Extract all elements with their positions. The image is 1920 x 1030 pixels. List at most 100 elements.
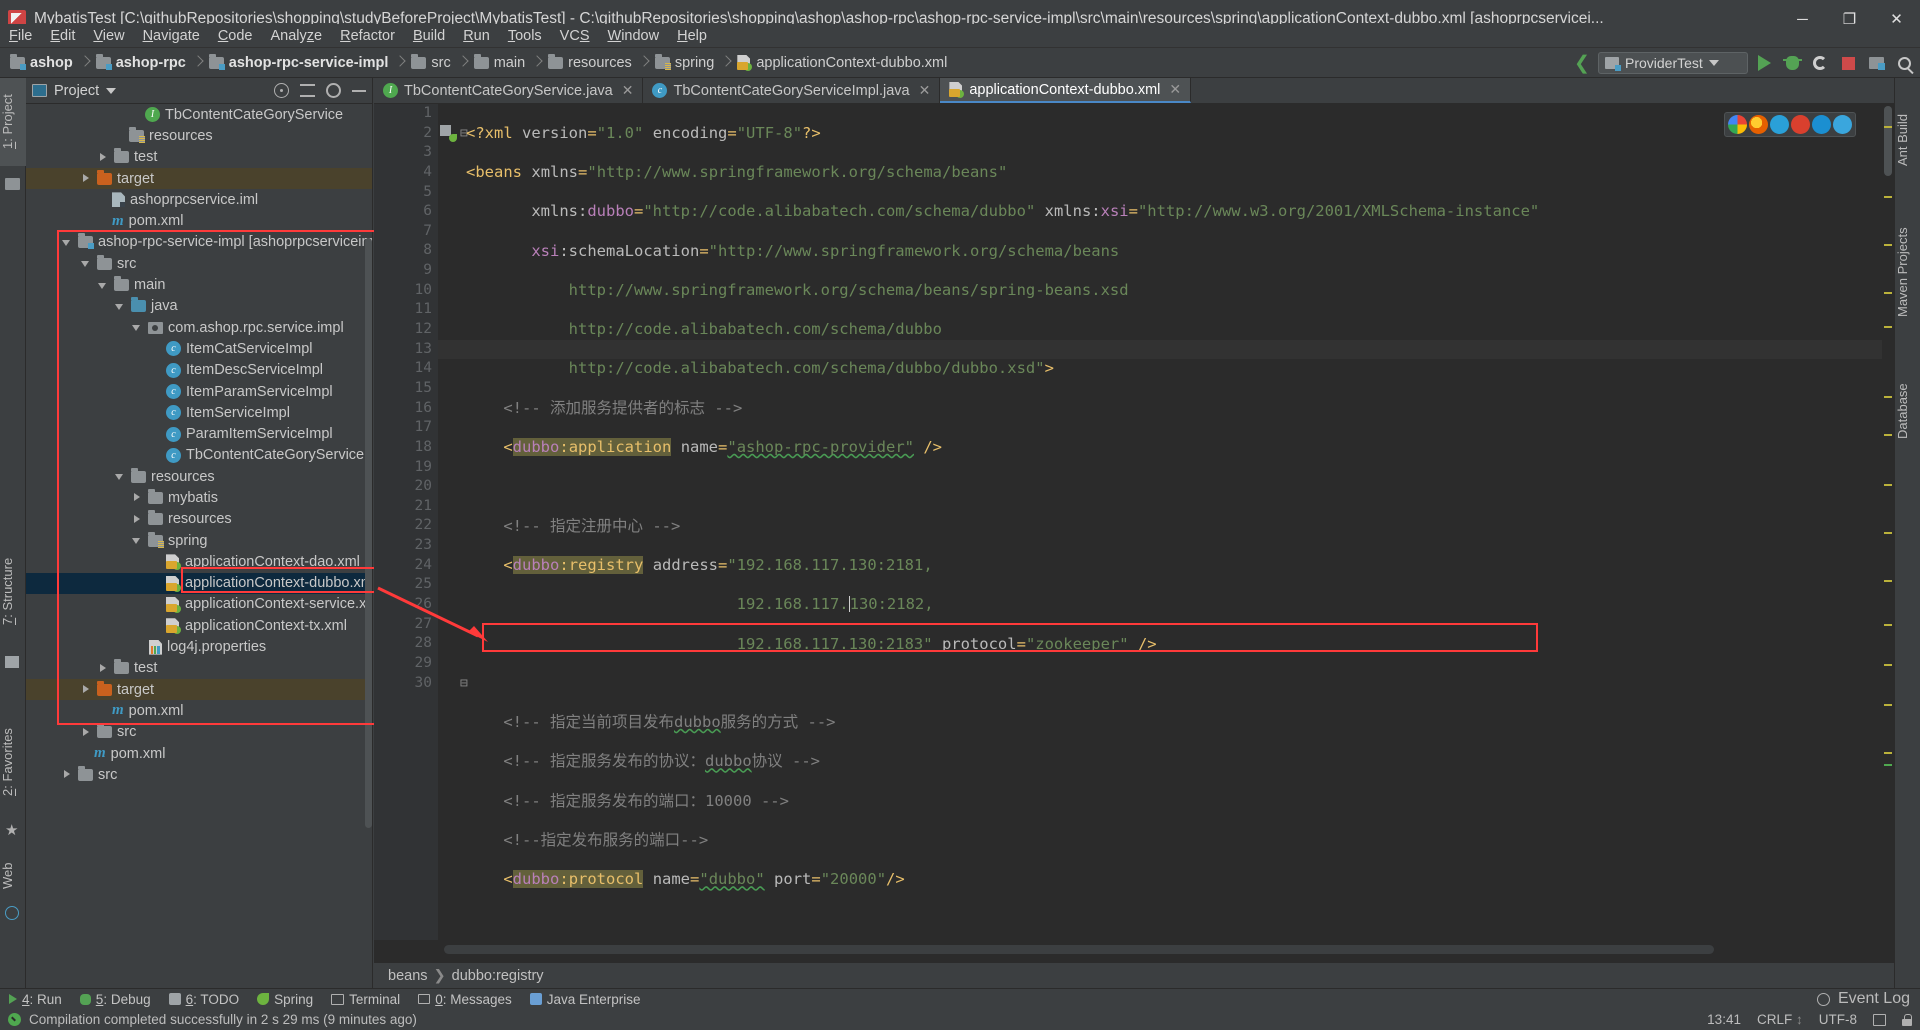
sidebar-tab-maven-projects[interactable]: Maven Projects	[1895, 208, 1920, 336]
hide-panel-icon[interactable]	[352, 89, 366, 92]
make-project-icon[interactable]	[1864, 51, 1888, 75]
error-stripe-mark[interactable]	[1884, 532, 1892, 534]
menu-navigate[interactable]: Navigate	[134, 26, 209, 46]
project-tree-scrollbar[interactable]	[365, 238, 372, 828]
tab-applicationcontext-dubbo-xml[interactable]: applicationContext-dubbo.xml ✕	[940, 78, 1192, 103]
chevron-right-icon[interactable]	[132, 492, 143, 503]
gear-icon[interactable]	[326, 83, 341, 98]
tree-item-resources[interactable]: resources	[26, 125, 372, 146]
bottom-tab-todo[interactable]: 6: TODO	[160, 989, 249, 1010]
tree-item-log4j-properties[interactable]: log4j.properties	[26, 636, 372, 657]
structure-icon[interactable]	[5, 656, 21, 672]
sidebar-tab-web[interactable]: Web	[0, 853, 26, 899]
chevron-right-icon[interactable]	[62, 769, 73, 780]
breadcrumb-item-ashop-rpc[interactable]: ashop-rpc	[90, 53, 193, 73]
sidebar-tab-database[interactable]: Database	[1895, 368, 1920, 454]
lock-icon[interactable]	[1902, 1013, 1912, 1026]
bottom-tab-run[interactable]: 4: Run	[0, 989, 71, 1010]
hide-navbar-icon[interactable]: ❮	[1570, 51, 1594, 75]
tree-item-pom-xml-3[interactable]: m pom.xml	[26, 743, 372, 764]
bottom-tab-terminal[interactable]: Terminal	[322, 989, 409, 1010]
tree-item-test[interactable]: test	[26, 147, 372, 168]
chevron-down-icon[interactable]	[81, 258, 92, 269]
tab-tbcontentcategoryservice-java[interactable]: I TbContentCateGoryService.java ✕	[374, 78, 644, 103]
bottom-tab-spring[interactable]: Spring	[248, 989, 322, 1010]
tree-item-pom-xml-2[interactable]: m pom.xml	[26, 700, 372, 721]
event-log-label[interactable]: Event Log	[1838, 990, 1910, 1008]
error-stripe-mark[interactable]	[1884, 484, 1892, 486]
error-stripe-mark[interactable]	[1884, 664, 1892, 666]
safari-icon[interactable]	[1770, 115, 1789, 134]
scroll-from-source-icon[interactable]	[274, 83, 289, 98]
tree-item-applicationcontext-dao-xml[interactable]: applicationContext-dao.xml	[26, 551, 372, 572]
tree-item-resources-main[interactable]: resources	[26, 466, 372, 487]
sidebar-tab-ant-build[interactable]: Ant Build	[1895, 96, 1920, 184]
chevron-right-icon[interactable]	[81, 684, 92, 695]
menu-edit[interactable]: Edit	[41, 26, 84, 46]
chevron-down-icon[interactable]	[98, 280, 109, 291]
menu-vcs[interactable]: VCS	[551, 26, 599, 46]
opera-icon[interactable]	[1791, 115, 1810, 134]
breadcrumb-item-resources[interactable]: resources	[542, 53, 639, 73]
tree-item-applicationcontext-dubbo-xml[interactable]: applicationContext-dubbo.xml	[26, 572, 372, 594]
editor-breadcrumb-beans[interactable]: beans	[388, 968, 428, 984]
tree-item-src-2[interactable]: src	[26, 722, 372, 743]
menu-analyze[interactable]: Analyze	[262, 26, 332, 46]
bottom-tab-java-enterprise[interactable]: Java Enterprise	[521, 989, 650, 1010]
chevron-down-icon[interactable]	[115, 471, 126, 482]
stop-icon[interactable]	[1836, 51, 1860, 75]
tree-item-target-2[interactable]: target	[26, 679, 372, 701]
breadcrumb-item-ashop[interactable]: ashop	[4, 53, 80, 73]
run-configuration-selector[interactable]: ProviderTest	[1598, 52, 1748, 74]
error-stripe-mark[interactable]	[1884, 196, 1892, 198]
close-icon[interactable]: ✕	[1169, 81, 1181, 98]
tree-item-itemdescserviceimpl[interactable]: c ItemDescServiceImpl	[26, 360, 372, 381]
coverage-icon[interactable]	[1808, 51, 1832, 75]
chevron-right-icon[interactable]	[98, 152, 109, 163]
tab-tbcontentcategoryserviceimpl-java[interactable]: c TbContentCateGoryServiceImpl.java ✕	[643, 78, 941, 103]
tree-item-itemparamserviceimpl[interactable]: c ItemParamServiceImpl	[26, 381, 372, 402]
project-files-icon[interactable]	[5, 178, 21, 194]
tree-item-spring[interactable]: spring	[26, 530, 372, 551]
menu-code[interactable]: Code	[209, 26, 262, 46]
chevron-right-icon[interactable]	[132, 514, 143, 525]
tree-item-test-2[interactable]: test	[26, 658, 372, 679]
editor-horizontal-scrollbar[interactable]	[444, 945, 1714, 954]
breadcrumb-item-ashop-rpc-service-impl[interactable]: ashop-rpc-service-impl	[203, 53, 396, 73]
chevron-right-icon[interactable]	[81, 173, 92, 184]
chevron-right-icon[interactable]	[81, 727, 92, 738]
menu-build[interactable]: Build	[404, 26, 454, 46]
error-stripe-mark[interactable]	[1884, 434, 1892, 436]
breadcrumb-item-applicationcontext-dubbo-xml[interactable]: applicationContext-dubbo.xml	[731, 53, 954, 73]
debug-icon[interactable]	[1780, 51, 1804, 75]
bottom-tab-debug[interactable]: 5: Debug	[71, 989, 160, 1010]
line-separator-selector[interactable]: CRLF ↕	[1757, 1012, 1803, 1027]
menu-window[interactable]: Window	[599, 26, 669, 46]
web-globe-icon[interactable]	[5, 906, 21, 922]
breadcrumb-item-spring[interactable]: spring	[649, 53, 722, 73]
sidebar-tab-project[interactable]: 1: Project	[0, 78, 26, 166]
chrome-icon[interactable]	[1728, 115, 1747, 134]
tree-item-itemserviceimpl[interactable]: c ItemServiceImpl	[26, 402, 372, 423]
tree-item-ashoprpcservice-iml[interactable]: ashoprpcservice.iml	[26, 189, 372, 210]
error-stripe-mark[interactable]	[1884, 624, 1892, 626]
menu-tools[interactable]: Tools	[499, 26, 551, 46]
error-stripe-mark[interactable]	[1884, 752, 1892, 754]
tree-item-src-3[interactable]: src	[26, 764, 372, 785]
tree-item-tbcontentcategoryservice[interactable]: I TbContentCateGoryService	[26, 104, 372, 125]
tree-item-package-com-ashop-rpc-service-impl[interactable]: com.ashop.rpc.service.impl	[26, 317, 372, 338]
edge-legacy-icon[interactable]	[1812, 115, 1831, 134]
encoding-label[interactable]: UTF-8	[1819, 1012, 1857, 1027]
close-icon[interactable]: ✕	[622, 82, 634, 99]
error-stripe-mark[interactable]	[1884, 126, 1892, 128]
chevron-right-icon[interactable]	[98, 663, 109, 674]
menu-view[interactable]: View	[84, 26, 133, 46]
menu-help[interactable]: Help	[668, 26, 716, 46]
tree-item-mybatis[interactable]: mybatis	[26, 487, 372, 508]
scrollbar-thumb[interactable]	[1884, 106, 1892, 176]
breadcrumb-item-main[interactable]: main	[468, 53, 532, 73]
edge-icon[interactable]	[1833, 115, 1852, 134]
error-stripe-mark[interactable]	[1884, 292, 1892, 294]
chevron-down-icon[interactable]	[62, 237, 73, 248]
search-everywhere-icon[interactable]	[1892, 51, 1916, 75]
